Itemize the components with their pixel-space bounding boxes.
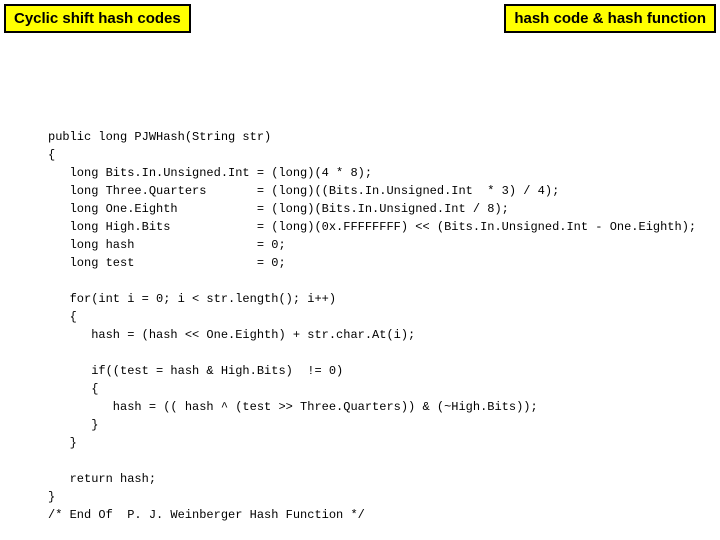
title-left: Cyclic shift hash codes xyxy=(4,4,191,33)
code-line: if((test = hash & High.Bits) != 0) xyxy=(48,364,343,378)
title-right: hash code & hash function xyxy=(504,4,716,33)
code-line: long hash = 0; xyxy=(48,238,286,252)
code-line: } xyxy=(48,490,55,504)
code-line: public long PJWHash(String str) xyxy=(48,130,271,144)
code-line: hash = (hash << One.Eighth) + str.char.A… xyxy=(48,328,415,342)
code-line: } xyxy=(48,436,77,450)
code-line: long test = 0; xyxy=(48,256,286,270)
code-line: return hash; xyxy=(48,472,156,486)
code-line: } xyxy=(48,418,98,432)
code-line: { xyxy=(48,310,77,324)
code-line: { xyxy=(48,382,98,396)
code-line: long Three.Quarters = (long)((Bits.In.Un… xyxy=(48,184,559,198)
code-line: long Bits.In.Unsigned.Int = (long)(4 * 8… xyxy=(48,166,372,180)
title-right-text: hash code & hash function xyxy=(514,10,706,27)
code-line: { xyxy=(48,148,55,162)
code-block: public long PJWHash(String str) { long B… xyxy=(48,110,710,524)
code-line: hash = (( hash ^ (test >> Three.Quarters… xyxy=(48,400,538,414)
code-line: long High.Bits = (long)(0x.FFFFFFFF) << … xyxy=(48,220,696,234)
title-left-text: Cyclic shift hash codes xyxy=(14,10,181,27)
code-line: for(int i = 0; i < str.length(); i++) xyxy=(48,292,336,306)
code-line: /* End Of P. J. Weinberger Hash Function… xyxy=(48,508,365,522)
code-line: long One.Eighth = (long)(Bits.In.Unsigne… xyxy=(48,202,509,216)
